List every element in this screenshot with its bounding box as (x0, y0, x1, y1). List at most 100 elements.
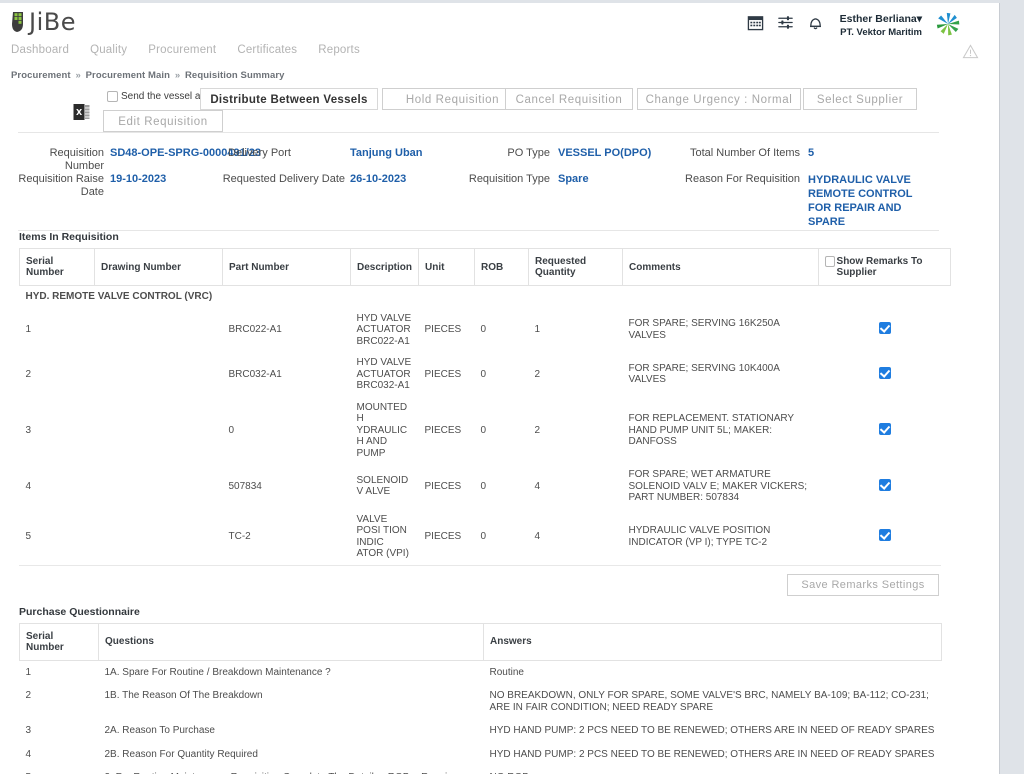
label-reason: Reason For Requisition (620, 173, 800, 186)
breadcrumb-item-procurement[interactable]: Procurement (11, 70, 71, 81)
question-answer: HYD HAND PUMP: 2 PCS NEED TO BE RENEWED;… (484, 719, 942, 743)
label-total-items: Total Number Of Items (620, 147, 800, 160)
svg-text:X: X (76, 108, 83, 117)
bell-icon[interactable] (807, 13, 824, 32)
table-row: 4507834SOLENOID V ALVEPIECES04FOR SPARE;… (20, 464, 951, 509)
item-unit: PIECES (419, 397, 475, 465)
select-supplier-button[interactable]: Select Supplier (803, 88, 917, 110)
table-row: 42B. Reason For Quantity RequiredHYD HAN… (20, 743, 942, 767)
nav-item-certificates[interactable]: Certificates (237, 44, 297, 56)
value-reason: HYDRAULIC VALVE REMOTE CONTROL FOR REPAI… (808, 173, 936, 229)
save-remarks-settings-button[interactable]: Save Remarks Settings (787, 574, 939, 596)
item-part-number: 507834 (223, 464, 351, 509)
checkbox-box[interactable] (107, 91, 118, 102)
item-drawing-number (95, 464, 223, 509)
item-drawing-number (95, 509, 223, 565)
summary-divider (18, 230, 939, 231)
toolbar-divider (18, 132, 939, 133)
item-serial-number: 3 (20, 397, 95, 465)
item-requested-quantity: 4 (529, 509, 623, 565)
item-comments: FOR SPARE; SERVING 10K400A VALVES (623, 352, 819, 397)
question-answer: HYD HAND PUMP: 2 PCS NEED TO BE RENEWED;… (484, 743, 942, 767)
edit-requisition-button[interactable]: Edit Requisition (103, 110, 223, 132)
questionnaire-table-body: 11A. Spare For Routine / Breakdown Maint… (20, 660, 942, 774)
chevron-down-icon[interactable]: ▾ (917, 13, 922, 25)
item-show-remarks-checkbox[interactable] (819, 308, 951, 353)
table-row: 53. For Routine Maintenance Requisition … (20, 766, 942, 774)
main-navigation: Dashboard Quality Procurement Certificat… (11, 44, 360, 56)
item-rob: 0 (475, 464, 529, 509)
app-logo-text: JiBe (29, 11, 76, 33)
user-company: PT. Vektor Maritim (840, 26, 922, 39)
items-table-header-row: Serial Number Drawing Number Part Number… (20, 249, 951, 286)
table-row: 30MOUNTED H YDRAULIC H AND PUMPPIECES02F… (20, 397, 951, 465)
item-show-remarks-checkbox[interactable] (819, 352, 951, 397)
cancel-requisition-button[interactable]: Cancel Requisition (505, 88, 633, 110)
show-remarks-header-checkbox[interactable] (825, 256, 835, 267)
excel-export-icon[interactable]: X (73, 103, 90, 121)
question-text: 2A. Reason To Purchase (99, 719, 484, 743)
breadcrumb-item-procurement-main[interactable]: Procurement Main (86, 70, 170, 81)
breadcrumb-separator: » (73, 70, 82, 81)
question-text: 3. For Routine Maintenance Requisition C… (99, 766, 484, 774)
qcol-serial-number: Serial Number (20, 623, 99, 660)
questionnaire-table: Serial Number Questions Answers 11A. Spa… (19, 623, 942, 774)
app-logo[interactable]: JiBe (11, 11, 76, 33)
checkbox-checked-icon[interactable] (879, 367, 891, 379)
nav-item-reports[interactable]: Reports (318, 44, 360, 56)
col-rob: ROB (475, 249, 529, 286)
save-remarks-row: Save Remarks Settings (0, 566, 999, 600)
question-answer: NO ROB (484, 766, 942, 774)
question-answer: Routine (484, 660, 942, 684)
user-menu[interactable]: Esther Berliana▾ PT. Vektor Maritim (840, 13, 922, 39)
change-urgency-button[interactable]: Change Urgency : Normal (637, 88, 801, 110)
item-show-remarks-checkbox[interactable] (819, 464, 951, 509)
item-drawing-number (95, 308, 223, 353)
question-answer: NO BREAKDOWN, ONLY FOR SPARE, SOME VALVE… (484, 684, 942, 719)
col-drawing-number: Drawing Number (95, 249, 223, 286)
action-toolbar: X Send the vessel a copy Distribute Betw… (0, 85, 999, 131)
item-rob: 0 (475, 509, 529, 565)
item-requested-quantity: 2 (529, 352, 623, 397)
user-name: Esther Berliana▾ (840, 13, 922, 26)
checkbox-checked-icon[interactable] (879, 423, 891, 435)
settings-sliders-icon[interactable] (777, 13, 794, 32)
item-part-number: TC-2 (223, 509, 351, 565)
checkbox-checked-icon[interactable] (879, 322, 891, 334)
item-show-remarks-checkbox[interactable] (819, 509, 951, 565)
hold-requisition-button[interactable]: Hold Requisition (382, 88, 523, 110)
item-description: HYD VALVE ACTUATOR BRC032-A1 (351, 352, 419, 397)
breadcrumb-separator: » (173, 70, 182, 81)
item-description: MOUNTED H YDRAULIC H AND PUMP (351, 397, 419, 465)
calendar-icon[interactable] (747, 13, 764, 32)
col-comments: Comments (623, 249, 819, 286)
question-text: 1B. The Reason Of The Breakdown (99, 684, 484, 719)
col-show-remarks-to-supplier: Show Remarks To Supplier (819, 249, 951, 286)
item-show-remarks-checkbox[interactable] (819, 397, 951, 465)
qcol-questions: Questions (99, 623, 484, 660)
nav-item-procurement[interactable]: Procurement (148, 44, 216, 56)
question-serial-number: 5 (20, 766, 99, 774)
question-serial-number: 4 (20, 743, 99, 767)
checkbox-checked-icon[interactable] (879, 529, 891, 541)
col-show-remarks-label: Show Remarks To Supplier (837, 256, 944, 278)
app-window: JiBe Dashboard Quality Procurement Certi… (0, 3, 1000, 774)
item-rob: 0 (475, 308, 529, 353)
label-po-type: PO Type (400, 147, 550, 160)
item-comments: FOR SPARE; SERVING 16K250A VALVES (623, 308, 819, 353)
breadcrumb-item-requisition-summary: Requisition Summary (185, 70, 285, 81)
distribute-between-vessels-button[interactable]: Distribute Between Vessels (200, 88, 378, 110)
table-row: 32A. Reason To PurchaseHYD HAND PUMP: 2 … (20, 719, 942, 743)
item-rob: 0 (475, 397, 529, 465)
warning-triangle-icon[interactable] (962, 44, 979, 59)
jibe-logo-mark (11, 11, 28, 33)
item-requested-quantity: 2 (529, 397, 623, 465)
value-total-items: 5 (808, 147, 868, 160)
table-row: 5TC-2VALVE POSI TION INDIC ATOR (VPI)PIE… (20, 509, 951, 565)
nav-item-quality[interactable]: Quality (90, 44, 127, 56)
items-section-title: Items In Requisition (19, 231, 999, 243)
item-serial-number: 2 (20, 352, 95, 397)
nav-item-dashboard[interactable]: Dashboard (11, 44, 69, 56)
checkbox-checked-icon[interactable] (879, 479, 891, 491)
label-delivery-port: Delivery Port (205, 147, 291, 160)
